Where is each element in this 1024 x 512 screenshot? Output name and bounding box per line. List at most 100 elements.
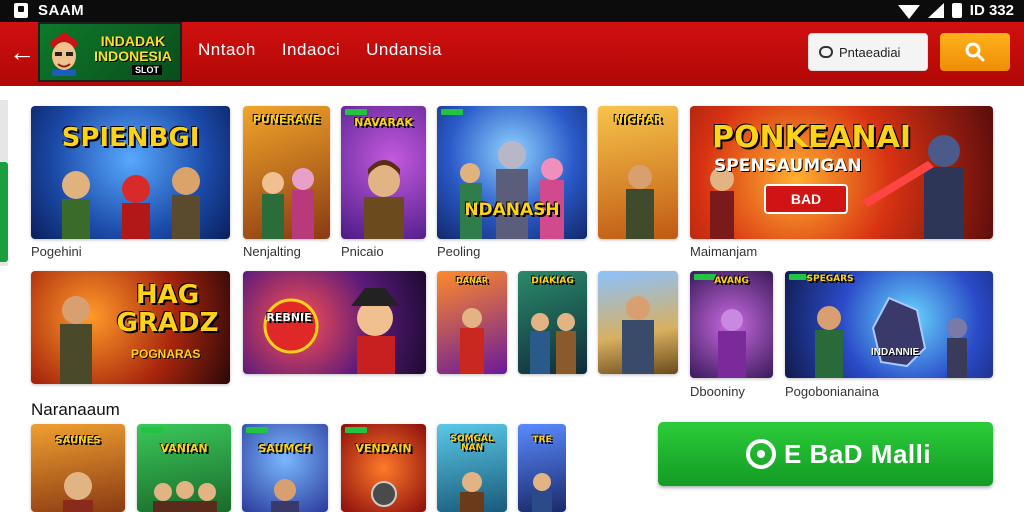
- game-title: DANAR: [456, 276, 488, 286]
- game-characters: [63, 472, 93, 512]
- game-characters: [61, 167, 200, 239]
- status-bar: SAAM ID 332: [0, 0, 1024, 22]
- game-card[interactable]: REBNIE: [243, 271, 426, 374]
- search-icon: [965, 42, 985, 62]
- game-card[interactable]: DANAR: [437, 271, 507, 374]
- new-tag: [345, 427, 367, 433]
- wifi-icon: [897, 4, 920, 19]
- game-title: REBNIE: [266, 311, 312, 325]
- game-title: NIGHAR: [613, 112, 663, 126]
- game-card[interactable]: PUNERANE: [243, 106, 330, 239]
- game-characters: [815, 296, 967, 378]
- new-tag: [246, 427, 268, 433]
- game-card[interactable]: SPEGARS INDANNIE: [785, 271, 993, 378]
- signal-icon: [927, 3, 944, 18]
- nav-item-2[interactable]: Indaoci: [282, 40, 340, 60]
- app-notification-icon: [14, 3, 28, 18]
- section-title: Naranaaum: [31, 400, 120, 419]
- game-title: PONKEANAI: [712, 119, 912, 155]
- game-title: SPEGARS: [806, 274, 854, 285]
- game-card[interactable]: NDANASH: [437, 106, 587, 239]
- game-title: SPIENBGI: [61, 122, 200, 153]
- game-characters: [263, 288, 399, 374]
- game-card[interactable]: NAVARAK: [341, 106, 426, 239]
- game-card[interactable]: VENDAIN: [341, 424, 426, 512]
- new-tag: [141, 427, 163, 433]
- cta-label: E BaD Malli: [784, 439, 932, 469]
- game-card[interactable]: [598, 271, 678, 374]
- game-card[interactable]: TRE: [518, 424, 566, 512]
- game-characters: [626, 165, 654, 239]
- side-scrollbar[interactable]: [0, 100, 8, 266]
- game-caption: Dbooniny: [690, 384, 745, 399]
- game-title: DIAKIAG: [531, 276, 574, 287]
- game-characters: [460, 141, 564, 239]
- overlay-panel: [566, 420, 656, 506]
- app-header: ← INDADAK INDONESIA SLOT Nntaoh Indaoci …: [0, 22, 1024, 86]
- game-card[interactable]: SAUMCH: [242, 424, 328, 512]
- game-characters: [622, 296, 654, 374]
- game-subtitle: SPENSAUMGAN: [714, 156, 862, 176]
- logo-text: INDADAK INDONESIA: [94, 33, 172, 64]
- chat-icon: [746, 439, 776, 469]
- game-title: NDANASH: [464, 199, 560, 220]
- main-nav: Nntaoh Indaoci Undansia: [198, 40, 442, 60]
- game-characters: [529, 313, 576, 374]
- status-app-name: SAAM: [38, 2, 85, 19]
- back-arrow-icon[interactable]: ←: [8, 38, 36, 66]
- status-time: ID 332: [969, 2, 1014, 19]
- battery-icon: [951, 3, 962, 18]
- game-caption: Pogobonianaina: [785, 384, 879, 399]
- game-card[interactable]: SAUNES: [31, 424, 125, 512]
- game-caption: Nenjalting: [243, 244, 301, 259]
- game-caption: Maimanjam: [690, 244, 758, 259]
- play-badge[interactable]: BAD: [764, 184, 848, 214]
- search-field-label: Pntaeadiai: [839, 45, 901, 60]
- game-characters: [532, 473, 552, 512]
- game-title: VANIAN: [160, 442, 208, 456]
- game-caption: Pnicaio: [341, 244, 384, 259]
- game-caption: Pogehini: [31, 244, 82, 259]
- chat-bubble-icon: [819, 46, 833, 58]
- cta-button[interactable]: E BaD Malli: [658, 422, 993, 486]
- scrollbar-thumb[interactable]: [0, 162, 8, 262]
- game-title: SAUMCH: [258, 442, 312, 456]
- status-indicators: ID 332: [897, 2, 1014, 19]
- game-characters: [271, 479, 299, 512]
- game-title: VENDAIN: [355, 442, 412, 456]
- game-card[interactable]: SPIENBGI: [31, 106, 230, 239]
- game-title: AVANG: [714, 276, 749, 287]
- game-characters: [261, 168, 314, 239]
- game-caption: Peoling: [437, 244, 481, 259]
- game-subtitle: POGNARAS: [131, 347, 201, 361]
- game-title: TRE: [532, 435, 552, 446]
- game-title: SOMGAL NAN: [450, 433, 494, 453]
- nav-item-1[interactable]: Nntaoh: [198, 40, 256, 60]
- new-tag: [345, 109, 367, 115]
- game-card[interactable]: DIAKIAG: [518, 271, 587, 374]
- game-characters: [460, 472, 484, 512]
- game-title: NAVARAK: [354, 115, 413, 129]
- site-logo[interactable]: INDADAK INDONESIA SLOT: [38, 22, 182, 82]
- game-subtitle: INDANNIE: [871, 347, 920, 358]
- game-card[interactable]: AVANG: [690, 271, 773, 378]
- game-title: HAG GRADZ: [116, 280, 219, 338]
- game-characters: [717, 309, 746, 378]
- game-card[interactable]: VANIAN: [137, 424, 231, 512]
- game-title: SAUNES: [55, 435, 101, 447]
- mascot-icon: [50, 32, 78, 76]
- game-characters: [363, 160, 404, 239]
- search-button[interactable]: [940, 33, 1010, 71]
- game-title: PUNERANE: [252, 112, 321, 126]
- game-card[interactable]: HAG GRADZ POGNARAS: [31, 271, 230, 384]
- logo-sub: SLOT: [132, 65, 162, 75]
- featured-game-card[interactable]: PONKEANAI SPENSAUMGAN BAD: [690, 106, 993, 239]
- nav-item-3[interactable]: Undansia: [366, 40, 442, 60]
- game-card[interactable]: SOMGAL NAN: [437, 424, 507, 512]
- game-characters: [370, 481, 397, 507]
- game-card[interactable]: NIGHAR: [598, 106, 678, 239]
- new-tag: [441, 109, 463, 115]
- game-characters: [153, 481, 217, 512]
- game-characters: [460, 308, 484, 374]
- search-field[interactable]: Pntaeadiai: [808, 33, 928, 71]
